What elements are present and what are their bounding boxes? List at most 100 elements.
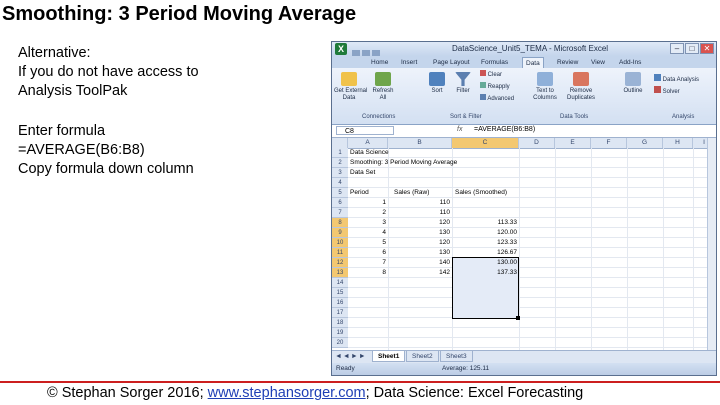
row-header[interactable]: 6 (332, 198, 348, 208)
maximize-button[interactable]: □ (685, 43, 699, 54)
tab-data[interactable]: Data (522, 57, 544, 68)
row-header[interactable]: 15 (332, 288, 348, 298)
group-connections: Connections (362, 114, 396, 120)
excel-logo-icon[interactable]: X (335, 43, 347, 55)
row-header[interactable]: 14 (332, 278, 348, 288)
get-external-data-button[interactable]: Get External Data (334, 72, 367, 102)
row-header[interactable]: 1 (332, 148, 348, 158)
sheet-nav-arrows-icon[interactable]: ◄◄►► (335, 353, 367, 360)
row-header[interactable]: 10 (332, 238, 348, 248)
footer-link[interactable]: www.stephansorger.com (208, 385, 366, 401)
gridline (555, 148, 556, 350)
cell-period[interactable]: 7 (348, 258, 388, 268)
cell-period[interactable]: 3 (348, 218, 388, 228)
button-label: Text to Columns (533, 88, 557, 101)
row-header[interactable]: 8 (332, 218, 348, 228)
vertical-scrollbar[interactable] (707, 138, 716, 350)
cell-a3[interactable]: Data Set (350, 168, 375, 178)
cell-period[interactable]: 8 (348, 268, 388, 278)
row-header[interactable]: 4 (332, 178, 348, 188)
cell-period[interactable]: 6 (348, 248, 388, 258)
tab-add-ins[interactable]: Add-Ins (616, 57, 644, 68)
cell-period[interactable]: 1 (348, 198, 388, 208)
cell-period[interactable]: 2 (348, 208, 388, 218)
tab-insert[interactable]: Insert (398, 57, 420, 68)
column-header[interactable]: D (519, 138, 555, 148)
cell-sales-smoothed[interactable]: 123.33 (452, 238, 519, 248)
clear-button[interactable]: Clear (480, 70, 520, 79)
column-header[interactable]: A (348, 138, 388, 148)
cell-sales-raw[interactable]: 110 (388, 198, 452, 208)
fill-handle[interactable] (516, 316, 520, 320)
sort-button[interactable]: Sort (426, 72, 448, 95)
sheet-tab-1[interactable]: Sheet1 (372, 351, 406, 362)
select-all-corner[interactable] (332, 138, 348, 148)
sheet-tab-3[interactable]: Sheet3 (440, 351, 473, 362)
footer-copyright: © Stephan Sorger 2016; (47, 385, 208, 401)
reapply-button[interactable]: Reapply (480, 82, 520, 91)
filter-icon (455, 72, 471, 86)
ribbon-tabs: Home Insert Page Layout Formulas Data Re… (332, 56, 716, 68)
header-period[interactable]: Period (350, 188, 369, 198)
row-header[interactable]: 18 (332, 318, 348, 328)
cell-sales-smoothed[interactable]: 113.33 (452, 218, 519, 228)
column-header[interactable]: G (627, 138, 663, 148)
close-button[interactable]: ✕ (700, 43, 714, 54)
filter-button[interactable]: Filter (452, 72, 474, 95)
row-header[interactable]: 13 (332, 268, 348, 278)
solver-icon (654, 86, 661, 93)
solver-button[interactable]: Solver (654, 86, 714, 96)
cell-sales-raw[interactable]: 120 (388, 238, 452, 248)
row-header[interactable]: 20 (332, 338, 348, 348)
minimize-button[interactable]: – (670, 43, 684, 54)
advanced-button[interactable]: Advanced (480, 94, 520, 103)
row-header[interactable]: 12 (332, 258, 348, 268)
header-sales-raw[interactable]: Sales (Raw) (394, 188, 429, 198)
cell-sales-raw[interactable]: 142 (388, 268, 452, 278)
data-analysis-button[interactable]: Data Analysis (654, 74, 714, 84)
remove-duplicates-button[interactable]: Remove Duplicates (564, 72, 598, 102)
row-header[interactable]: 11 (332, 248, 348, 258)
outline-button[interactable]: Outline (620, 72, 646, 95)
cell-sales-smoothed[interactable] (452, 208, 519, 218)
tab-home[interactable]: Home (368, 57, 391, 68)
cell-sales-raw[interactable]: 140 (388, 258, 452, 268)
row-header[interactable]: 5 (332, 188, 348, 198)
column-header[interactable]: H (663, 138, 693, 148)
cell-sales-raw[interactable]: 130 (388, 228, 452, 238)
refresh-all-button[interactable]: Refresh All (370, 72, 396, 102)
cell-period[interactable]: 4 (348, 228, 388, 238)
worksheet-grid[interactable]: A B C D E F G H I 1 2 3 4 5 6 7 8 9 10 11 12 13 14 15 1… (332, 138, 716, 350)
column-header[interactable]: B (388, 138, 452, 148)
tab-review[interactable]: Review (554, 57, 581, 68)
cell-sales-smoothed[interactable]: 120.00 (452, 228, 519, 238)
column-header[interactable]: F (591, 138, 627, 148)
tab-page-layout[interactable]: Page Layout (430, 57, 473, 68)
row-header[interactable]: 19 (332, 328, 348, 338)
row-header[interactable]: 16 (332, 298, 348, 308)
tab-view[interactable]: View (588, 57, 608, 68)
header-sales-smoothed[interactable]: Sales (Smoothed) (455, 188, 507, 198)
gridline (348, 337, 716, 338)
text-to-columns-button[interactable]: Text to Columns (530, 72, 560, 102)
cell-a1[interactable]: Data Science (350, 148, 389, 158)
cell-a2[interactable]: Smoothing: 3 Period Moving Average (350, 158, 457, 168)
cell-sales-raw[interactable]: 130 (388, 248, 452, 258)
cell-sales-smoothed[interactable] (452, 198, 519, 208)
cell-sales-raw[interactable]: 120 (388, 218, 452, 228)
sheet-tab-2[interactable]: Sheet2 (406, 351, 439, 362)
row-header[interactable]: 3 (332, 168, 348, 178)
notes-formula: Enter formula =AVERAGE(B6:B8) Copy formu… (18, 122, 194, 179)
fx-icon[interactable]: fx (457, 126, 462, 133)
row-header[interactable]: 2 (332, 158, 348, 168)
formula-input[interactable]: =AVERAGE(B6:B8) (474, 126, 535, 133)
row-header[interactable]: 7 (332, 208, 348, 218)
row-header[interactable]: 9 (332, 228, 348, 238)
column-header[interactable]: C (452, 138, 519, 148)
column-header[interactable]: E (555, 138, 591, 148)
cell-sales-raw[interactable]: 110 (388, 208, 452, 218)
name-box[interactable]: C8 (336, 126, 394, 135)
row-header[interactable]: 17 (332, 308, 348, 318)
tab-formulas[interactable]: Formulas (478, 57, 511, 68)
cell-period[interactable]: 5 (348, 238, 388, 248)
